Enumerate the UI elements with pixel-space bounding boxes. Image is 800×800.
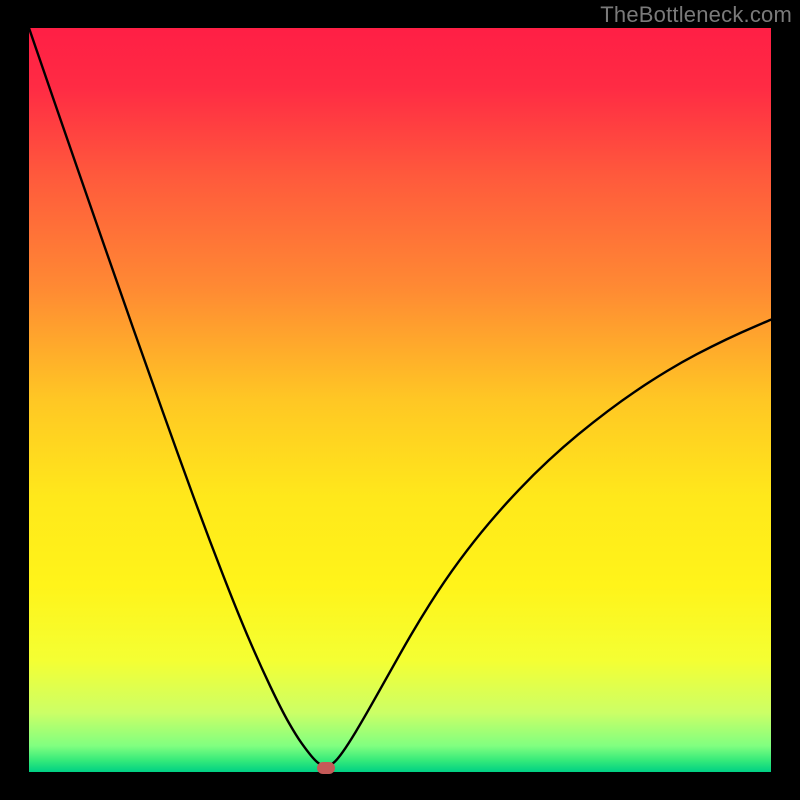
chart-background bbox=[29, 28, 771, 772]
optimal-point-marker bbox=[317, 762, 335, 774]
watermark-text: TheBottleneck.com bbox=[600, 2, 792, 28]
chart-svg bbox=[29, 28, 771, 772]
chart-frame: TheBottleneck.com bbox=[0, 0, 800, 800]
chart-plot-area bbox=[29, 28, 771, 772]
